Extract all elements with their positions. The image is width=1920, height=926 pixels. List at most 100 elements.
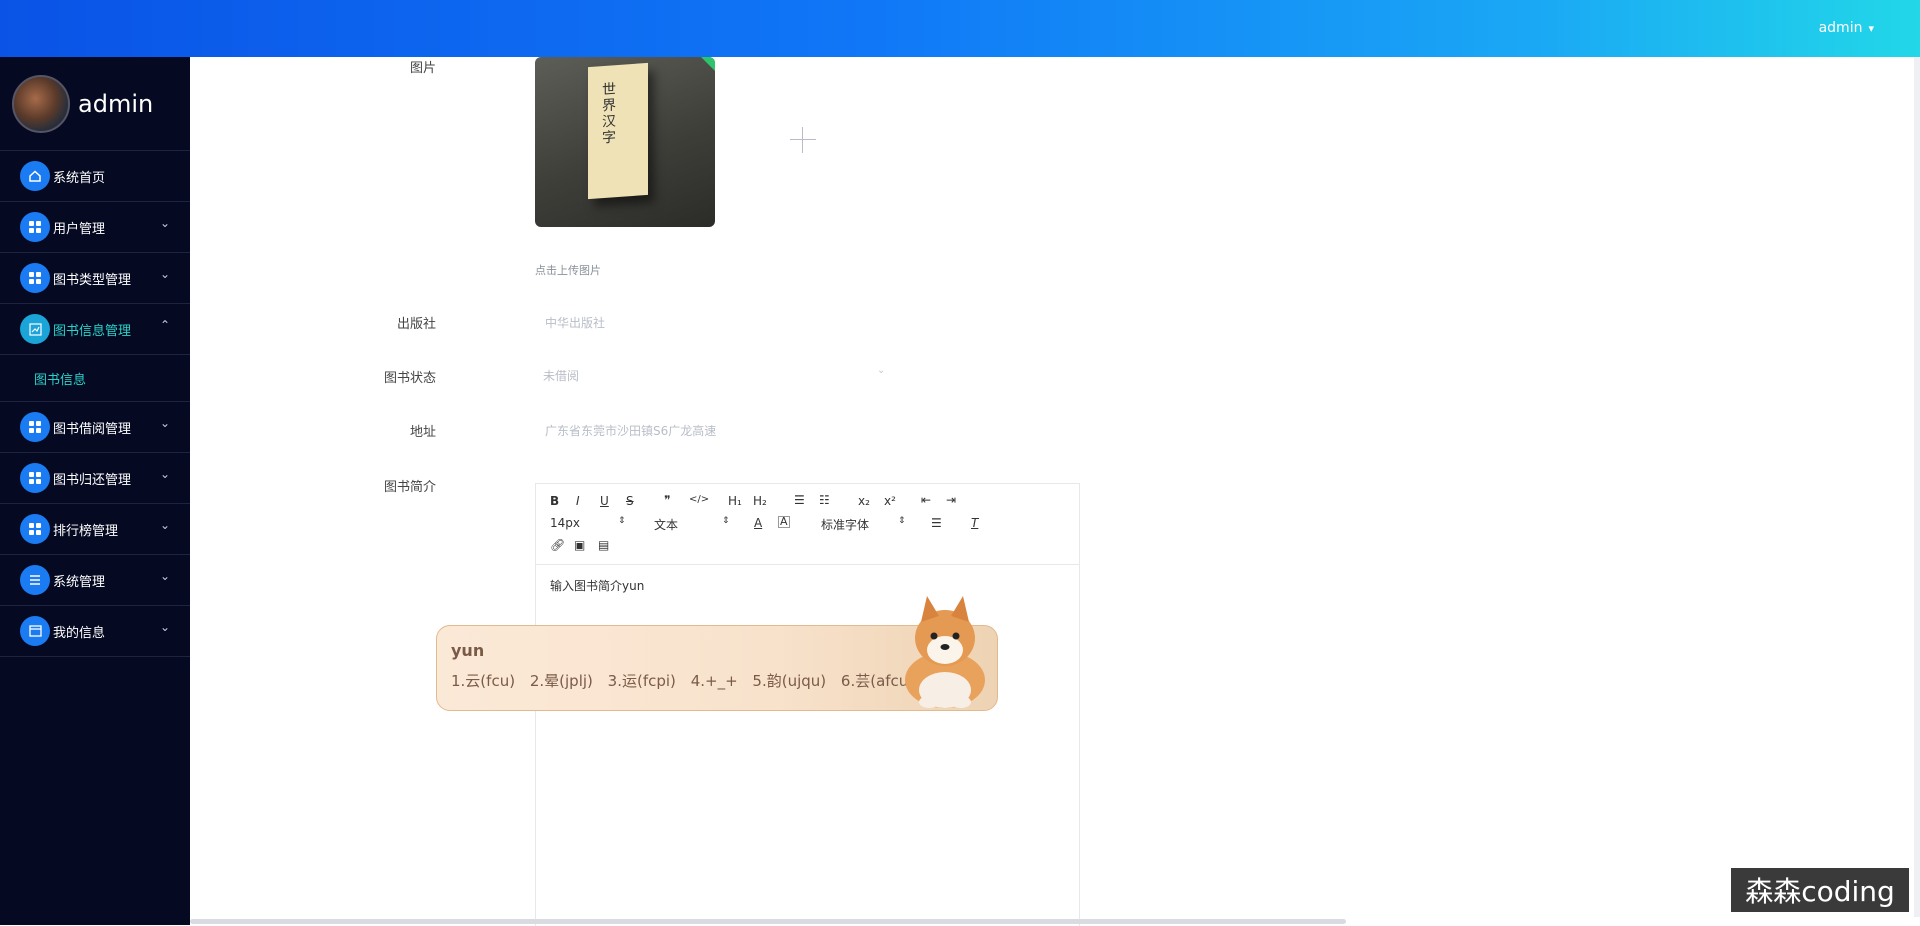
updown-icon: ⇕ — [722, 516, 730, 526]
sidebar-item-return[interactable]: 图书归还管理 ⌄ — [0, 453, 190, 504]
list-icon — [20, 565, 50, 595]
chevron-down-icon: ⌄ — [159, 518, 170, 532]
grid-icon — [20, 463, 50, 493]
sidebar-item-book-types[interactable]: 图书类型管理 ⌄ — [0, 253, 190, 304]
sidebar-item-borrow[interactable]: 图书借阅管理 ⌄ — [0, 402, 190, 453]
chevron-down-icon: ⌄ — [159, 620, 170, 634]
sidebar-item-label: 图书借阅管理 — [53, 421, 132, 437]
h1-button[interactable]: H₁ — [728, 494, 742, 508]
sidebar-item-label: 用户管理 — [53, 221, 106, 237]
avatar — [12, 74, 70, 133]
ordered-list-button[interactable]: ☰ — [794, 493, 805, 507]
shiba-dog-icon — [905, 596, 985, 708]
upload-success-badge — [701, 57, 715, 71]
watermark: 森森coding — [1731, 868, 1909, 912]
h2-button[interactable]: H₂ — [753, 494, 767, 508]
strike-button[interactable]: S — [626, 494, 634, 508]
vertical-scrollbar[interactable] — [1914, 57, 1920, 917]
text-color-icon[interactable]: A — [754, 516, 762, 530]
grid-icon — [20, 263, 50, 293]
bullet-list-button[interactable]: ☷ — [819, 493, 830, 507]
grid-icon — [20, 212, 50, 242]
main-content: 图片 世界汉字 点击上传图片 出版社 中华出版社 图书状态 未借阅 ⌄ 地址 广… — [190, 57, 1920, 926]
align-icon[interactable]: ☰ — [931, 516, 942, 530]
ime-candidate[interactable]: 2.晕(jplj) — [530, 672, 593, 690]
status-select[interactable]: 未借阅 — [543, 367, 579, 384]
sidebar-item-label: 图书信息管理 — [53, 323, 132, 339]
code-button[interactable]: </> — [689, 494, 709, 505]
editor-content[interactable]: 输入图书简介yun — [550, 577, 644, 594]
sidebar-item-users[interactable]: 用户管理 ⌄ — [0, 202, 190, 253]
status-label: 图书状态 — [383, 371, 436, 386]
chevron-down-icon: ⌄ — [159, 216, 170, 230]
chart-icon — [20, 314, 50, 344]
grid-icon — [20, 412, 50, 442]
ime-candidates: 1.云(fcu) 2.晕(jplj) 3.运(fcpi) 4.+_+ 5.韵(u… — [451, 670, 924, 691]
sidebar-item-ranking[interactable]: 排行榜管理 ⌄ — [0, 504, 190, 555]
upload-hint: 点击上传图片 — [535, 264, 601, 277]
sidebar-subitem-label: 图书信息 — [34, 372, 87, 388]
ime-candidate[interactable]: 4.+_+ — [691, 672, 738, 690]
address-label: 地址 — [409, 425, 436, 440]
sidebar-item-label: 排行榜管理 — [53, 523, 119, 539]
chevron-down-icon: ⌄ — [159, 467, 170, 481]
book-cover-title: 世界汉字 — [600, 81, 616, 147]
video-icon[interactable]: ▤ — [598, 538, 609, 552]
ime-composition: yun — [451, 641, 485, 660]
sidebar-item-label: 系统首页 — [53, 170, 106, 186]
intro-label: 图书简介 — [383, 480, 436, 495]
italic-button[interactable]: I — [576, 494, 580, 508]
font-family-select[interactable]: 标准字体 — [821, 516, 869, 533]
book-image-upload[interactable]: 世界汉字 — [535, 57, 715, 227]
block-type-select[interactable]: 文本 — [654, 516, 678, 533]
caret-down-icon: ▾ — [1868, 21, 1874, 35]
book-cover: 世界汉字 — [588, 62, 648, 200]
grid-icon — [20, 514, 50, 544]
chevron-down-icon[interactable]: ⌄ — [877, 365, 885, 376]
superscript-button[interactable]: x² — [884, 494, 896, 508]
user-name: admin — [1818, 20, 1863, 36]
ime-candidate[interactable]: 1.云(fcu) — [451, 672, 515, 690]
font-size-select[interactable]: 14px — [550, 516, 580, 530]
ime-candidate[interactable]: 3.运(fcpi) — [608, 672, 676, 690]
publisher-input[interactable]: 中华出版社 — [545, 314, 605, 331]
subscript-button[interactable]: x₂ — [858, 494, 870, 508]
sidebar-item-label: 图书归还管理 — [53, 472, 132, 488]
address-input[interactable]: 广东省东莞市沙田镇S6广龙高速 — [545, 422, 716, 439]
sidebar-subitem-book-info[interactable]: 图书信息 — [0, 355, 190, 402]
sidebar-item-book-info[interactable]: 图书信息管理 ⌃ — [0, 304, 190, 355]
sidebar-item-system[interactable]: 系统管理 ⌄ — [0, 555, 190, 606]
bold-button[interactable]: B — [550, 494, 559, 508]
user-dropdown[interactable]: admin ▾ — [1819, 20, 1874, 36]
image-icon[interactable]: ▣ — [574, 538, 585, 552]
publisher-label: 出版社 — [396, 317, 436, 332]
chevron-down-icon: ⌄ — [159, 569, 170, 583]
sidebar-item-my-info[interactable]: 我的信息 ⌄ — [0, 606, 190, 657]
plus-icon[interactable] — [790, 127, 816, 153]
updown-icon: ⇕ — [898, 516, 906, 526]
quote-button[interactable]: ❞ — [664, 493, 670, 507]
top-bar: admin ▾ — [0, 0, 1920, 57]
indent-button[interactable]: ⇥ — [946, 493, 956, 507]
brand-name: admin — [78, 89, 154, 118]
card-icon — [20, 616, 50, 646]
sidebar-menu: 系统首页 用户管理 ⌄ 图书类型管理 ⌄ 图书信息管理 ⌃ 图书信息 图书借阅管… — [0, 151, 190, 657]
chevron-down-icon: ⌄ — [159, 267, 170, 281]
outdent-button[interactable]: ⇤ — [921, 493, 931, 507]
chevron-down-icon: ⌄ — [159, 416, 170, 430]
home-icon — [20, 161, 50, 191]
ime-candidate[interactable]: 5.韵(ujqu) — [752, 672, 826, 690]
link-icon[interactable]: 🔗︎ — [550, 538, 565, 552]
horizontal-scrollbar[interactable] — [190, 919, 1346, 924]
background-color-icon[interactable]: A — [778, 516, 790, 528]
sidebar-item-home[interactable]: 系统首页 — [0, 151, 190, 202]
sidebar: admin 系统首页 用户管理 ⌄ 图书类型管理 ⌄ 图书信息管理 ⌃ 图书信息 — [0, 57, 190, 925]
clear-format-icon[interactable]: T — [971, 516, 978, 530]
chevron-up-icon: ⌃ — [159, 318, 170, 332]
underline-button[interactable]: U — [600, 494, 609, 508]
sidebar-item-label: 我的信息 — [53, 625, 106, 641]
sidebar-item-label: 系统管理 — [53, 574, 106, 590]
image-label: 图片 — [409, 61, 436, 76]
brand: admin — [0, 57, 190, 151]
sidebar-item-label: 图书类型管理 — [53, 272, 132, 288]
